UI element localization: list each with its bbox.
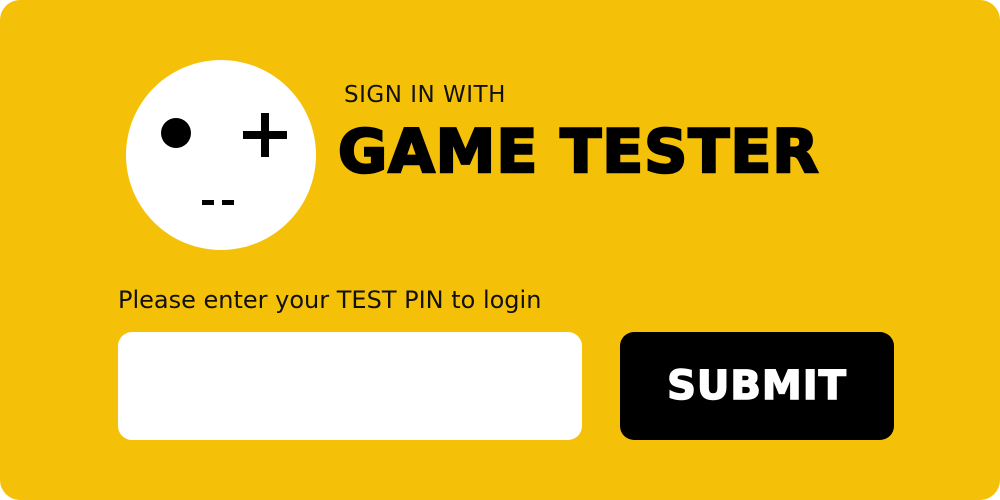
logo-dash-left xyxy=(202,200,214,205)
sign-in-subtitle: SIGN IN WITH xyxy=(344,82,506,108)
submit-button[interactable]: SUBMIT xyxy=(620,332,894,440)
game-tester-logo xyxy=(126,60,316,250)
app-title: GAME TESTER xyxy=(337,117,820,187)
test-pin-input[interactable] xyxy=(118,332,582,440)
gamepad-face-icon xyxy=(161,113,287,205)
logo-dash-right xyxy=(222,200,234,205)
logo-button-dot xyxy=(161,118,191,148)
login-card: SIGN IN WITH GAME TESTER Please enter yo… xyxy=(0,0,1000,500)
pin-prompt-label: Please enter your TEST PIN to login xyxy=(118,286,542,314)
logo-plus-horizontal xyxy=(243,131,287,139)
